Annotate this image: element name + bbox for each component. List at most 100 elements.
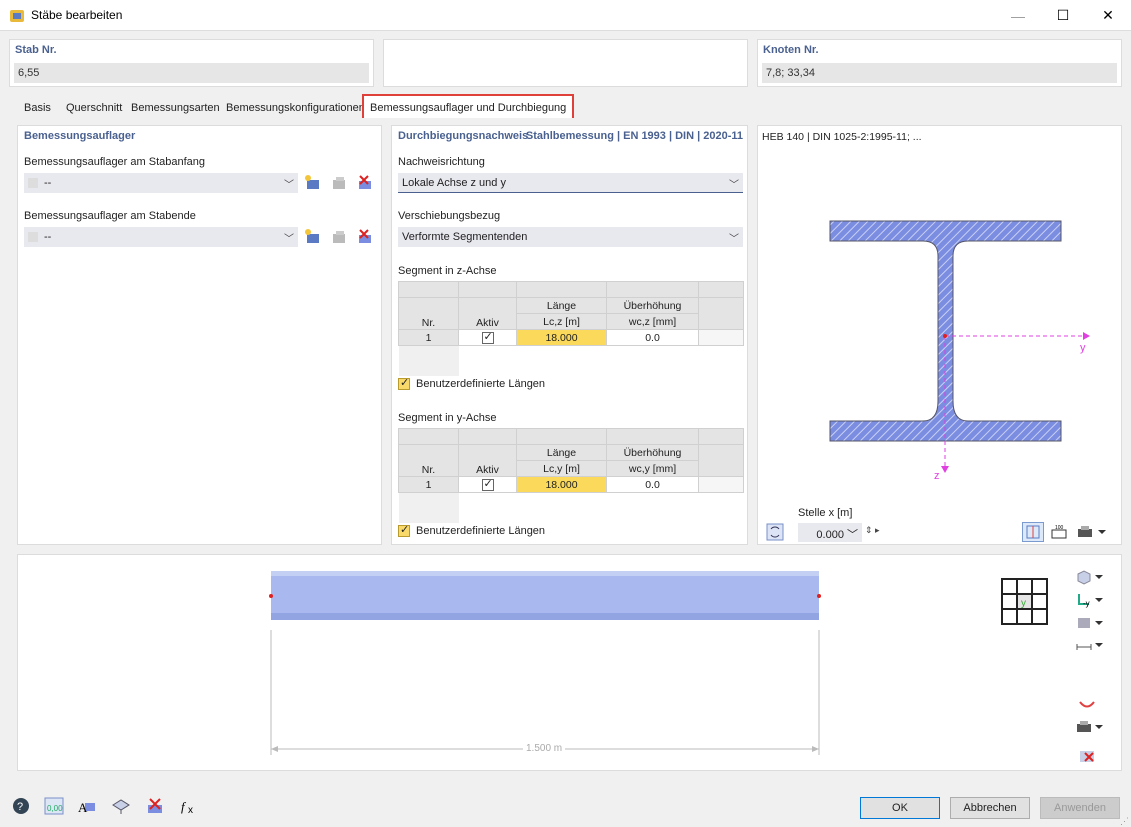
col-aktiv: Aktiv [458, 444, 517, 477]
axis-y-label: y [1080, 342, 1086, 354]
edit-support-icon[interactable] [329, 173, 349, 193]
svg-text:f: f [181, 799, 187, 814]
view-icon[interactable] [110, 796, 132, 816]
stab-field[interactable]: 6,55 [14, 63, 369, 83]
deformation-icon[interactable] [1076, 695, 1098, 715]
start-dropdown[interactable]: -- ﹀ [24, 173, 298, 193]
svg-text:?: ? [17, 801, 23, 813]
numbers-icon[interactable]: 0,00 [43, 796, 65, 816]
auflager-header: Bemessungsauflager [24, 130, 136, 142]
stelle-input[interactable]: 0.000 ﹀ [798, 523, 862, 542]
delete-support-icon[interactable] [355, 227, 375, 247]
segz-table: Nr. Aktiv Länge Überhöhung Lc,z [m] wc,z [mm… [398, 281, 744, 376]
verschiebungsbezug-dropdown[interactable]: Verformte Segmentenden ﹀ [398, 227, 743, 247]
color-swatch-icon [28, 232, 38, 243]
delete-support-icon[interactable] [355, 173, 375, 193]
durchbiegung-panel: Durchbiegungsnachweis Stahlbemessung | E… [391, 125, 748, 545]
title-bar: Stäbe bearbeiten — ☐ ✕ [0, 0, 1131, 31]
nachweisrichtung-value: Lokale Achse z und y [402, 177, 506, 189]
col-nr: Nr. [398, 444, 459, 477]
end-value: -- [44, 231, 52, 243]
view-cube-axis-label: y [1021, 598, 1026, 609]
unit-ueberhoehung: wc,y [mm] [606, 460, 699, 477]
segy-custom-label: Benutzerdefinierte Längen [416, 525, 546, 537]
segz-custom-row: Benutzerdefinierte Längen [398, 376, 545, 390]
row-nr: 1 [398, 476, 459, 493]
row-nr: 1 [398, 329, 459, 346]
cancel-button[interactable]: Abbrechen [950, 797, 1030, 819]
end-dropdown[interactable]: -- ﹀ [24, 227, 298, 247]
unit-laenge: Lc,y [m] [516, 460, 607, 477]
col-nr: Nr. [398, 297, 459, 330]
window-title: Stäbe bearbeiten [31, 8, 123, 22]
table-row: 1 18.0000.0 [398, 329, 744, 346]
start-value: -- [44, 177, 52, 189]
ueberhoehung-cell[interactable]: 0.0 [606, 476, 699, 493]
new-support-icon[interactable] [303, 173, 323, 193]
edit-support-icon[interactable] [329, 227, 349, 247]
stepper-icon[interactable]: ⇕ ▸ [865, 525, 880, 536]
section-view-icon[interactable] [1022, 522, 1044, 542]
start-label: Bemessungsauflager am Stabanfang [24, 156, 206, 168]
tab-basis[interactable]: Basis [18, 97, 57, 119]
nachweisrichtung-label: Nachweisrichtung [398, 156, 485, 168]
segz-custom-checkbox[interactable] [398, 376, 410, 390]
svg-text:A: A [78, 800, 88, 815]
app-icon [10, 10, 24, 22]
text-edit-icon[interactable]: A [76, 796, 98, 816]
aktiv-cell[interactable] [458, 329, 517, 346]
apply-button[interactable]: Anwenden [1040, 797, 1120, 819]
refresh-section-icon[interactable] [764, 522, 786, 542]
laenge-cell[interactable]: 18.000 [516, 329, 607, 346]
dimension-icon[interactable]: 100 [1048, 522, 1070, 542]
delete-member-icon[interactable] [144, 796, 166, 816]
knoten-panel: Knoten Nr. 7,8; 33,34 [757, 39, 1122, 87]
help-icon[interactable]: ? [10, 796, 32, 816]
knoten-label: Knoten Nr. [763, 44, 819, 56]
end-label: Bemessungsauflager am Stabende [24, 210, 196, 222]
section-title: HEB 140 | DIN 1025-2:1995-11; ... [762, 131, 922, 143]
empty-panel [383, 39, 748, 87]
segy-label: Segment in y-Achse [398, 412, 497, 424]
measure-icon[interactable] [1074, 635, 1108, 655]
tab-bemessungskonfigurationen[interactable]: Bemessungskonfigurationen [220, 97, 371, 119]
segy-custom-checkbox[interactable] [398, 523, 410, 537]
layers-icon[interactable] [1074, 613, 1108, 633]
aktiv-checkbox[interactable] [481, 477, 494, 491]
table-row: 1 18.0000.0 [398, 476, 744, 493]
ok-button[interactable]: OK [860, 797, 940, 819]
close-button[interactable]: ✕ [1085, 0, 1131, 31]
print-icon[interactable] [1074, 522, 1110, 542]
auflager-panel: Bemessungsauflager Bemessungsauflager am… [17, 125, 382, 545]
nachweisrichtung-dropdown[interactable]: Lokale Achse z und y ﹀ [398, 173, 743, 193]
view-cube-icon[interactable]: y [1000, 577, 1050, 627]
chevron-down-icon: ﹀ [284, 180, 294, 191]
reset-view-icon[interactable] [1076, 746, 1098, 766]
minimize-button[interactable]: — [995, 0, 1041, 31]
dimension-label: 1.500 m [523, 743, 566, 754]
ueberhoehung-cell[interactable]: 0.0 [606, 329, 699, 346]
tab-querschnitt[interactable]: Querschnitt [60, 97, 128, 119]
chevron-down-icon: ﹀ [729, 180, 739, 191]
iso-view-icon[interactable] [1074, 567, 1108, 587]
aktiv-checkbox[interactable] [481, 330, 494, 344]
color-swatch-icon [28, 178, 38, 189]
stelle-label: Stelle x [m] [798, 507, 853, 519]
tab-bemessungsarten[interactable]: Bemessungsarten [125, 97, 226, 119]
col-aktiv: Aktiv [458, 297, 517, 330]
axis-y-view-icon[interactable]: -y [1074, 590, 1108, 610]
print-icon[interactable] [1074, 717, 1108, 737]
laenge-cell[interactable]: 18.000 [516, 476, 607, 493]
stab-label: Stab Nr. [15, 44, 57, 56]
col-laenge: Länge [516, 444, 607, 461]
new-support-icon[interactable] [303, 227, 323, 247]
axis-z-label: z [934, 470, 940, 482]
svg-text:0,00: 0,00 [47, 804, 63, 813]
tab-bemessungsauflager[interactable]: Bemessungsauflager und Durchbiegung [362, 94, 575, 118]
maximize-button[interactable]: ☐ [1040, 0, 1086, 31]
formula-icon[interactable]: fx [178, 796, 200, 816]
resize-grip-icon[interactable]: ⋰ [1120, 816, 1129, 827]
unit-laenge: Lc,z [m] [516, 313, 607, 330]
aktiv-cell[interactable] [458, 476, 517, 493]
knoten-field[interactable]: 7,8; 33,34 [762, 63, 1117, 83]
